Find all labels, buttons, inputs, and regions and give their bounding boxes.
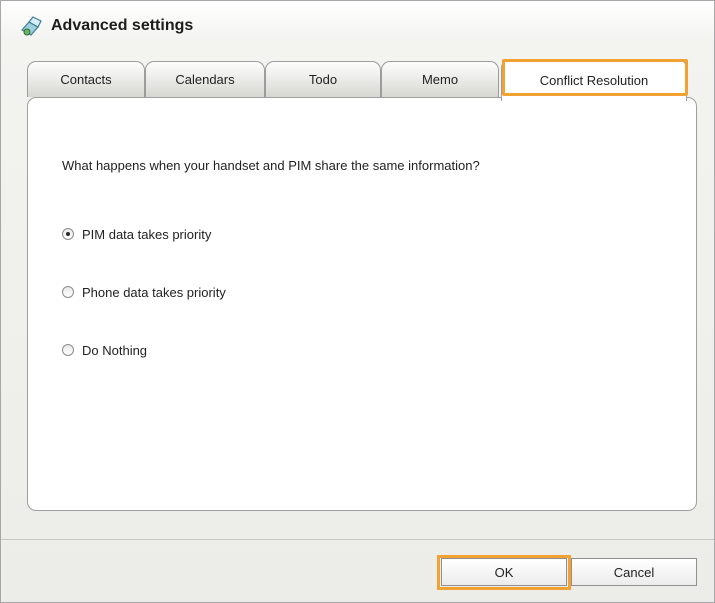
tab-contacts[interactable]: Contacts bbox=[27, 61, 145, 97]
tab-conflict-resolution[interactable]: Conflict Resolution bbox=[501, 59, 687, 101]
radio-button[interactable] bbox=[62, 286, 74, 298]
advanced-settings-dialog: Advanced settings Contacts Calendars Tod… bbox=[0, 0, 715, 603]
tab-label: Contacts bbox=[60, 72, 112, 87]
radio-button[interactable] bbox=[62, 228, 74, 240]
radio-button[interactable] bbox=[62, 344, 74, 356]
tab-label: Calendars bbox=[175, 72, 235, 87]
ok-button[interactable]: OK bbox=[441, 558, 567, 586]
option-do-nothing[interactable]: Do Nothing bbox=[62, 340, 147, 360]
tab-label: Conflict Resolution bbox=[539, 73, 649, 88]
conflict-question: What happens when your handset and PIM s… bbox=[62, 158, 480, 173]
option-label: PIM data takes priority bbox=[82, 226, 212, 242]
tab-label: Memo bbox=[421, 72, 459, 87]
option-label: Do Nothing bbox=[82, 342, 148, 358]
option-pim-priority[interactable]: PIM data takes priority bbox=[62, 224, 211, 244]
tab-calendars[interactable]: Calendars bbox=[145, 61, 265, 97]
window-title: Advanced settings bbox=[51, 17, 194, 34]
tab-memo[interactable]: Memo bbox=[381, 61, 499, 97]
footer-divider bbox=[1, 539, 714, 540]
title-bar: Advanced settings bbox=[1, 1, 714, 51]
option-label: Phone data takes priority bbox=[82, 284, 226, 300]
tab-label: Todo bbox=[308, 72, 338, 87]
conflict-resolution-panel: What happens when your handset and PIM s… bbox=[27, 97, 697, 511]
cancel-button[interactable]: Cancel bbox=[571, 558, 697, 586]
sync-settings-icon bbox=[21, 16, 42, 36]
option-phone-priority[interactable]: Phone data takes priority bbox=[62, 282, 226, 302]
tab-todo[interactable]: Todo bbox=[265, 61, 381, 97]
